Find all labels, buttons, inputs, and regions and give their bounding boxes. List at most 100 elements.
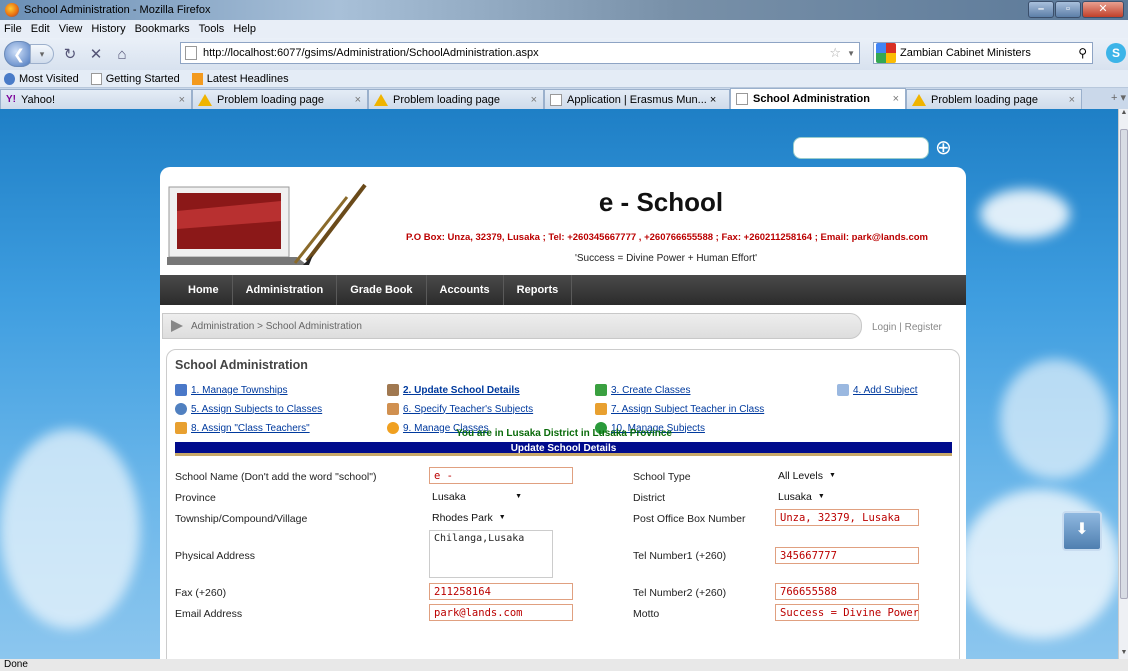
district-label: District [633,492,666,504]
link-create-classes[interactable]: 3. Create Classes [595,384,690,396]
vertical-scrollbar[interactable]: ▲ ▼ [1118,109,1128,659]
scroll-down-arrow-icon[interactable]: ▼ [1119,649,1128,659]
school-name-input[interactable]: e - [429,467,573,484]
nav-grade-book[interactable]: Grade Book [337,275,427,305]
menu-edit[interactable]: Edit [31,23,50,35]
tab-problem-loading-1[interactable]: Problem loading page × [192,89,368,109]
bookmark-latest-headlines[interactable]: Latest Headlines [191,72,289,85]
skype-icon[interactable]: S [1106,43,1126,63]
link-update-school-details[interactable]: 2. Update School Details [387,384,520,396]
tab-yahoo[interactable]: Y! Yahoo! × [0,89,192,109]
menu-help[interactable]: Help [233,23,256,35]
search-input[interactable]: Zambian Cabinet Ministers [900,47,1031,59]
link-assign-subject-teacher[interactable]: 7. Assign Subject Teacher in Class [595,403,764,415]
warning-icon [912,93,926,106]
nav-accounts[interactable]: Accounts [427,275,504,305]
scroll-up-arrow-icon[interactable]: ▲ [1119,109,1128,119]
site-motto: 'Success = Divine Power + Human Effort' [574,253,758,264]
fax-input[interactable]: 211258164 [429,583,573,600]
url-dropdown-icon[interactable]: ▼ [847,49,855,58]
chevron-down-icon: ▼ [817,492,825,500]
forward-dropdown-button[interactable]: ▾ [30,44,54,64]
scroll-down-button[interactable]: ⬇ [1062,511,1102,551]
warning-icon [198,93,212,106]
tab-school-administration[interactable]: School Administration × [730,88,906,109]
close-window-button[interactable]: ✕ [1082,1,1124,18]
tab-strip: Y! Yahoo! × Problem loading page × Probl… [0,88,1128,109]
browser-search-box[interactable]: Zambian Cabinet Ministers ⚲ [873,42,1093,64]
school-name-label: School Name (Don't add the word "school"… [175,471,377,483]
page-icon [90,72,102,85]
location-note: You are in Lusaka District in Lusaka Pro… [455,428,672,439]
tel1-input[interactable]: 345667777 [775,547,919,564]
url-text: http://localhost:6077/gsims/Administrati… [203,47,539,59]
link-specify-teacher-subjects[interactable]: 6. Specify Teacher's Subjects [387,403,533,415]
physical-address-textarea[interactable]: Chilanga,Lusaka [429,530,553,578]
school-type-select[interactable]: All Levels ▼ [775,467,839,484]
bookmark-star-icon[interactable]: ☆ [829,45,841,61]
physical-address-label: Physical Address [175,550,255,562]
menu-bar: File Edit View History Bookmarks Tools H… [0,20,1128,38]
page-icon [550,93,562,106]
menu-history[interactable]: History [91,23,125,35]
link-add-subject[interactable]: 4. Add Subject [837,384,918,396]
close-tab-icon[interactable]: × [1069,94,1075,106]
link-assign-subjects-classes[interactable]: 5. Assign Subjects to Classes [175,403,322,415]
bookmark-getting-started[interactable]: Getting Started [90,72,180,85]
tab-problem-loading-2[interactable]: Problem loading page × [368,89,544,109]
breadcrumb: Administration > School Administration [162,313,862,339]
globe-search-icon[interactable]: ⊕ [935,136,959,160]
site-contact: P.O Box: Unza, 32379, Lusaka ; Tel: +260… [406,232,928,243]
school-admin-panel: School Administration 1. Manage Township… [166,349,960,659]
google-icon[interactable] [876,43,896,63]
district-select[interactable]: Lusaka ▼ [775,488,828,505]
site-search-input[interactable] [793,137,929,159]
menu-view[interactable]: View [59,23,83,35]
puzzle-icon [595,384,607,396]
user-icon [387,403,399,415]
warning-icon [374,93,388,106]
motto-label: Motto [633,608,660,620]
url-bar[interactable]: http://localhost:6077/gsims/Administrati… [180,42,860,64]
bookmark-most-visited[interactable]: Most Visited [4,72,79,85]
tel2-input[interactable]: 766655588 [775,583,919,600]
email-label: Email Address [175,608,243,620]
cloud-decoration [1000,359,1110,479]
close-tab-icon[interactable]: × [355,94,361,106]
new-tab-icon[interactable]: + ▾ [1111,91,1126,104]
search-icon[interactable]: ⚲ [1078,46,1087,60]
scrollbar-thumb[interactable] [1120,129,1128,599]
province-select[interactable]: Lusaka ▼ [429,488,525,505]
nav-administration[interactable]: Administration [233,275,338,305]
menu-tools[interactable]: Tools [199,23,225,35]
link-manage-townships[interactable]: 1. Manage Townships [175,384,288,396]
home-icon[interactable]: ⌂ [112,44,132,64]
motto-input[interactable]: Success = Divine Power [775,604,919,621]
form-header: Update School Details [175,442,952,456]
breadcrumb-text[interactable]: Administration > School Administration [191,321,362,332]
close-tab-icon[interactable]: × [179,94,185,106]
nav-reports[interactable]: Reports [504,275,573,305]
tab-problem-loading-3[interactable]: Problem loading page × [906,89,1082,109]
tab-erasmus[interactable]: Application | Erasmus Mun... × [544,89,730,109]
nav-home[interactable]: Home [172,275,233,305]
stop-icon[interactable]: ✕ [86,44,106,64]
login-register-links[interactable]: Login | Register [872,322,942,333]
email-input[interactable]: park@lands.com [429,604,573,621]
bookmarks-toolbar: Most Visited Getting Started Latest Head… [0,70,1128,88]
menu-file[interactable]: File [4,23,22,35]
maximize-button[interactable]: ▫ [1055,1,1081,18]
province-label: Province [175,492,216,504]
minimize-button[interactable]: – [1028,1,1054,18]
pobox-input[interactable]: Unza, 32379, Lusaka [775,509,919,526]
reload-icon[interactable]: ↻ [60,44,80,64]
close-tab-icon[interactable]: × [531,94,537,106]
township-select[interactable]: Rhodes Park ▼ [429,509,509,526]
chevron-down-icon: ▼ [828,471,836,479]
school-logo [167,183,367,265]
school-type-label: School Type [633,471,691,483]
tel2-label: Tel Number2 (+260) [633,587,727,599]
table-icon [175,384,187,396]
menu-bookmarks[interactable]: Bookmarks [135,23,190,35]
close-tab-icon[interactable]: × [893,93,899,105]
